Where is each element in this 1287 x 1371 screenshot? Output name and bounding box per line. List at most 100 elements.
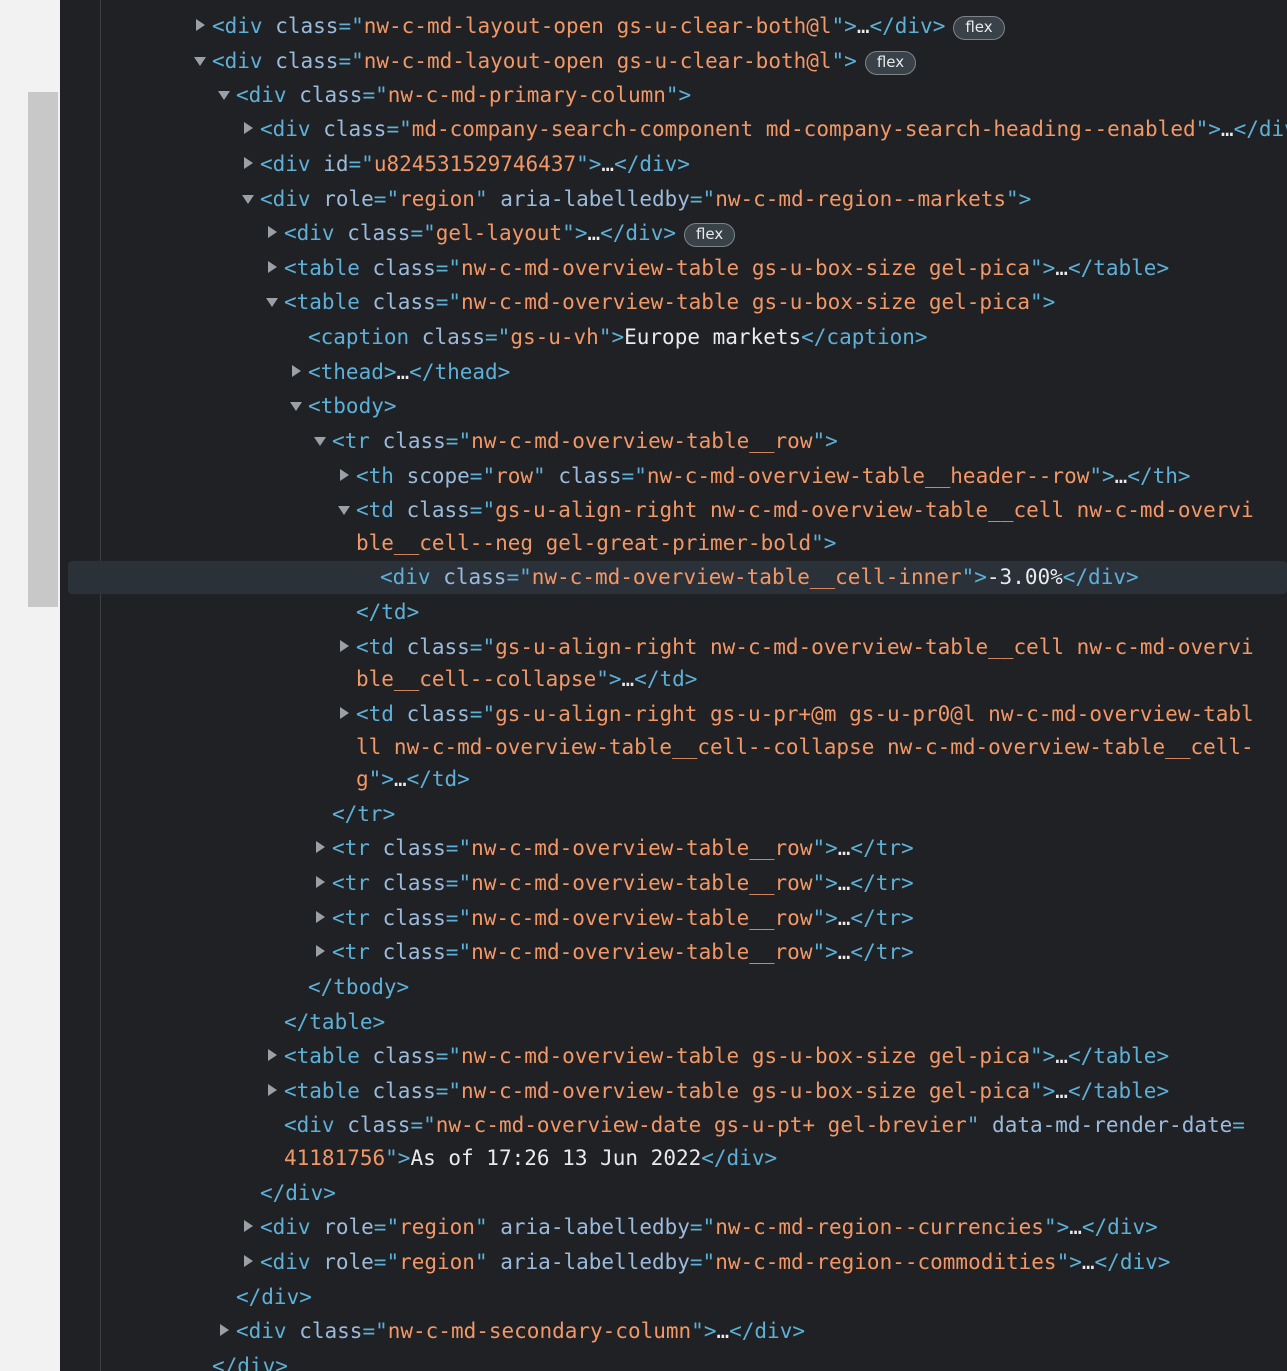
expand-triangle-icon[interactable]: [314, 901, 328, 935]
dom-node-line[interactable]: <tr class="nw-c-md-overview-table__row">…: [0, 866, 1287, 900]
attr-name-token: class: [443, 565, 507, 589]
dom-node-line[interactable]: <div class="nw-c-md-layout-open gs-u-cle…: [0, 9, 1287, 43]
dom-node-line[interactable]: <tr class="nw-c-md-overview-table__row">…: [0, 935, 1287, 969]
dom-node-line[interactable]: <div role="region" aria-labelledby="nw-c…: [0, 182, 1287, 216]
attr-value-token: nw-c-md-region--currencies: [715, 1215, 1044, 1239]
tag-token: ">: [1089, 464, 1115, 488]
dom-node-line[interactable]: g">…</td>: [0, 762, 1287, 796]
tag-token: =": [689, 1250, 716, 1274]
expand-triangle-icon[interactable]: [266, 1039, 280, 1073]
flex-badge[interactable]: flex: [864, 51, 917, 75]
dom-node-line[interactable]: <tr class="nw-c-md-overview-table__row">…: [0, 901, 1287, 935]
expand-triangle-icon[interactable]: [266, 216, 280, 250]
attr-value-token: gs-u-align-right nw-c-md-overview-table_…: [495, 498, 1254, 522]
dom-node-line[interactable]: <div class="gel-layout">…</div> flex: [0, 216, 1287, 250]
expand-triangle-icon[interactable]: [194, 9, 208, 43]
attr-value-token: gs-u-align-right gs-u-pr+@m gs-u-pr0@l n…: [495, 702, 1254, 726]
dom-node-line[interactable]: <tr class="nw-c-md-overview-table__row">: [0, 424, 1287, 458]
tag-token: <tr: [332, 940, 383, 964]
attr-name-token: class: [372, 1044, 436, 1068]
dom-node-line[interactable]: </td>: [0, 595, 1287, 629]
flex-badge[interactable]: flex: [953, 16, 1005, 40]
expand-triangle-icon[interactable]: [266, 251, 280, 285]
dom-node-line[interactable]: </tr>: [0, 797, 1287, 831]
dom-node-line[interactable]: </table>: [0, 1005, 1287, 1039]
dom-node-line[interactable]: <caption class="gs-u-vh">Europe markets<…: [0, 320, 1287, 354]
tag-token: =": [469, 702, 496, 726]
tag-token: ">: [1006, 187, 1032, 211]
tag-token: ">: [961, 565, 987, 589]
dom-node-line[interactable]: <table class="nw-c-md-overview-table gs-…: [0, 251, 1287, 285]
dom-node-text: <div class="gel-layout">…</div> flex: [284, 216, 736, 250]
expand-triangle-icon[interactable]: [338, 697, 352, 731]
dom-node-line[interactable]: <table class="nw-c-md-overview-table gs-…: [0, 285, 1287, 319]
collapse-triangle-icon[interactable]: [218, 78, 232, 112]
dom-node-line[interactable]: <table class="nw-c-md-overview-table gs-…: [0, 1039, 1287, 1073]
attr-value-token: nw-c-md-region--markets: [715, 187, 1006, 211]
expand-triangle-icon[interactable]: [338, 630, 352, 664]
expand-triangle-icon[interactable]: [314, 866, 328, 900]
dom-node-line[interactable]: <td class="gs-u-align-right nw-c-md-over…: [0, 493, 1287, 527]
dom-node-line[interactable]: <th scope="row" class="nw-c-md-overview-…: [0, 459, 1287, 493]
tag-token: </tbody>: [308, 975, 410, 999]
expand-triangle-icon[interactable]: [266, 1074, 280, 1108]
dom-node-line[interactable]: <div role="region" aria-labelledby="nw-c…: [0, 1210, 1287, 1244]
collapse-triangle-icon[interactable]: [194, 44, 208, 78]
expand-triangle-icon[interactable]: [314, 831, 328, 865]
expand-triangle-icon[interactable]: [314, 935, 328, 969]
dom-node-text: <table class="nw-c-md-overview-table gs-…: [284, 285, 1055, 319]
expand-triangle-icon[interactable]: [242, 112, 256, 146]
expand-triangle-icon[interactable]: [338, 459, 352, 493]
attr-value-token: region: [399, 187, 475, 211]
expand-triangle-icon[interactable]: [290, 355, 304, 389]
collapse-triangle-icon[interactable]: [338, 493, 352, 527]
dom-node-line[interactable]: <tr class="nw-c-md-overview-table__row">…: [0, 831, 1287, 865]
dom-node-line[interactable]: </tbody>: [0, 970, 1287, 1004]
dom-node-line[interactable]: <div class="nw-c-md-overview-date gs-u-p…: [0, 1108, 1287, 1142]
tag-token: ">: [576, 152, 602, 176]
dom-node-line[interactable]: 41181756">As of 17:26 13 Jun 2022</div>: [0, 1141, 1287, 1175]
tag-token: <caption: [308, 325, 422, 349]
collapse-triangle-icon[interactable]: [242, 182, 256, 216]
dom-node-line[interactable]: <td class="gs-u-align-right gs-u-pr+@m g…: [0, 697, 1287, 731]
dom-node-line[interactable]: </div>: [0, 1280, 1287, 1314]
collapse-triangle-icon[interactable]: [314, 424, 328, 458]
tag-token: =: [1232, 1113, 1245, 1137]
dom-node-line[interactable]: </div>: [0, 1176, 1287, 1210]
attr-value-token: md-company-search-component md-company-s…: [411, 117, 1196, 141]
expand-triangle-icon[interactable]: [242, 147, 256, 181]
dom-node-line[interactable]: <div class="nw-c-md-secondary-column">…<…: [0, 1314, 1287, 1348]
dom-node-text: g">…</td>: [356, 762, 470, 796]
dom-node-text: <tbody>: [308, 389, 397, 423]
text-token: …: [1055, 1044, 1068, 1068]
flex-badge[interactable]: flex: [683, 223, 736, 247]
dom-node-line[interactable]: ble__cell--neg gel-great-primer-bold">: [0, 526, 1287, 560]
attr-name-token: class: [406, 702, 470, 726]
collapse-triangle-icon[interactable]: [290, 389, 304, 423]
tag-token: =": [435, 256, 462, 280]
dom-node-line[interactable]: <div class="nw-c-md-primary-column">: [0, 78, 1287, 112]
tag-token: </div>: [1094, 1250, 1171, 1274]
dom-node-line[interactable]: ll nw-c-md-overview-table__cell--collaps…: [0, 730, 1287, 764]
attr-value-token: nw-c-md-overview-table__header--row: [646, 464, 1090, 488]
dom-node-line[interactable]: <td class="gs-u-align-right nw-c-md-over…: [0, 630, 1287, 664]
dom-node-line[interactable]: <thead>…</thead>: [0, 355, 1287, 389]
expand-triangle-icon[interactable]: [218, 1314, 232, 1348]
dom-node-selected[interactable]: <div class="nw-c-md-overview-table__cell…: [0, 560, 1287, 594]
expand-triangle-icon[interactable]: [242, 1210, 256, 1244]
collapse-triangle-icon[interactable]: [266, 285, 280, 319]
tag-token: =": [445, 871, 472, 895]
attr-name-token: role: [323, 187, 374, 211]
tag-token: </div>: [1233, 117, 1287, 141]
dom-node-line[interactable]: ble__cell--collapse">…</td>: [0, 662, 1287, 696]
dom-node-text: </div>: [260, 1176, 336, 1210]
expand-triangle-icon[interactable]: [242, 1245, 256, 1279]
dom-node-line[interactable]: <div id="u824531529746437">…</div>: [0, 147, 1287, 181]
dom-node-text: <table class="nw-c-md-overview-table gs-…: [284, 1074, 1169, 1108]
dom-node-line[interactable]: <div class="nw-c-md-layout-open gs-u-cle…: [0, 44, 1287, 78]
dom-node-line[interactable]: </div>: [0, 1349, 1287, 1371]
dom-node-line[interactable]: <tbody>: [0, 389, 1287, 423]
dom-node-line[interactable]: <div class="md-company-search-component …: [0, 112, 1287, 146]
dom-node-line[interactable]: <div role="region" aria-labelledby="nw-c…: [0, 1245, 1287, 1279]
dom-node-line[interactable]: <table class="nw-c-md-overview-table gs-…: [0, 1074, 1287, 1108]
